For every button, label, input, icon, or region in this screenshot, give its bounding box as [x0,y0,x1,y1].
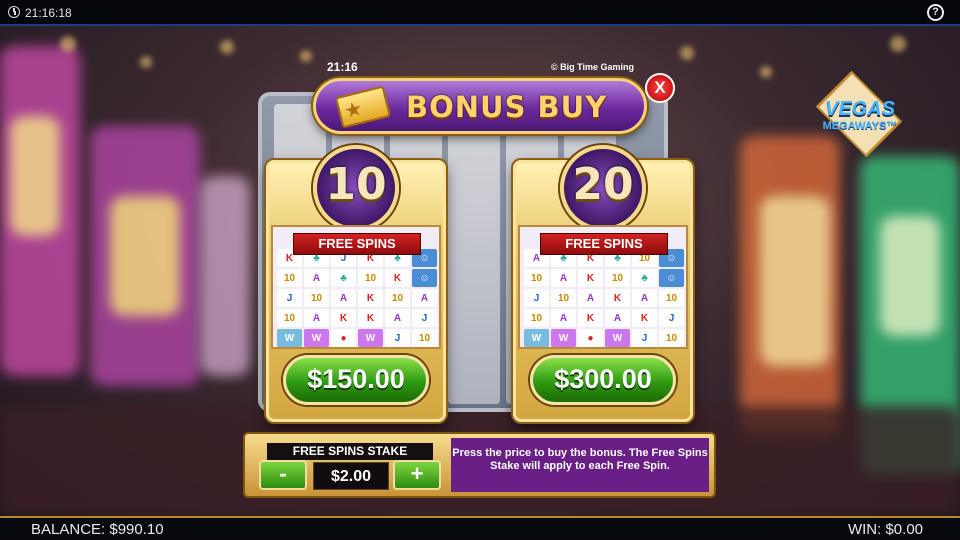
help-icon[interactable]: ? [927,4,944,21]
spin-count-badge: 20 [560,145,646,231]
stake-controls: FREE SPINS STAKE - $2.00 + [253,440,443,490]
win-display: WIN: $0.00 [847,521,923,538]
bonus-offer-card: 20 A ♣ K ♣ 10 ☺ 10 A K 10 ♣ ☺ J 10 A K A 10 10 A K A K J W W ●… [513,145,693,422]
stake-value: $2.00 [313,462,389,490]
bonus-offer-card: 10 K ♣ J K ♣ ☺ 10 A ♣ 10 K ☺ J 10 A K 10 A 10 A K K A J W W ● W… [266,145,446,422]
free-spins-ribbon: FREE SPINS [293,233,421,255]
buy-10-spins-button[interactable]: $150.00 [283,355,429,405]
free-spins-ribbon: FREE SPINS [540,233,668,255]
logo-subtitle: MEGAWAYS™ [822,120,898,132]
game-clock: 21:16 [327,60,358,74]
spin-count-badge: 10 [313,145,399,231]
balance-display: BALANCE: $990.10 [31,521,164,538]
spin-count: 10 [325,159,387,210]
close-button[interactable]: X [645,73,675,103]
bonus-buy-banner: BONUS BUY [313,78,647,134]
increase-stake-button[interactable]: + [393,460,441,490]
top-bar: 21:16:18 ? [0,0,960,26]
decrease-stake-button[interactable]: - [259,460,307,490]
bottom-bar: BALANCE: $990.10 WIN: $0.00 [0,516,960,540]
stake-label: FREE SPINS STAKE [267,443,433,460]
developer-credit: © Big Time Gaming [551,62,634,72]
stake-panel: FREE SPINS STAKE - $2.00 + Press the pri… [243,432,716,498]
ticket-icon [334,85,392,129]
buy-20-spins-button[interactable]: $300.00 [530,355,676,405]
game-logo: VEGAS MEGAWAYS™ [795,70,925,158]
dialog-title: BONUS BUY [406,90,608,124]
clock-icon [8,6,20,18]
stake-info-text: Press the price to buy the bonus. The Fr… [451,438,709,492]
system-time: 21:16:18 [25,6,72,20]
logo-title: VEGAS [824,98,896,120]
spin-count: 20 [572,159,634,210]
